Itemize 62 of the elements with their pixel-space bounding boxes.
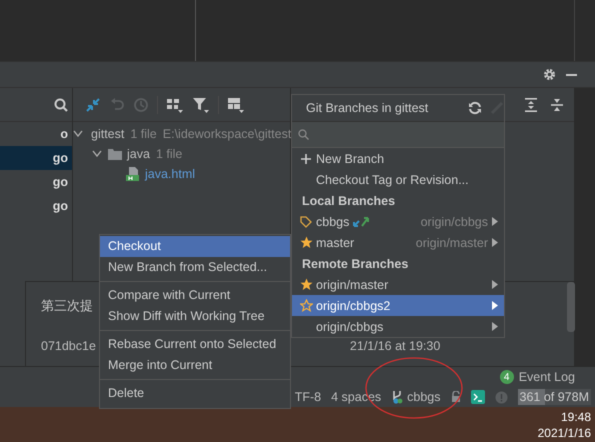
commit-row[interactable]: go [0,170,72,194]
menu-item[interactable]: Checkout [100,236,290,257]
collapse-all-icon[interactable] [550,98,564,112]
star-icon[interactable] [300,278,312,291]
refresh-icon[interactable] [468,101,482,115]
menu-item[interactable]: Show Diff with Working Tree [100,306,290,327]
terminal-icon[interactable] [470,390,484,404]
menu-item[interactable]: New Branch [292,148,504,169]
file-name[interactable]: java.html [145,167,196,181]
scrollbar-thumb[interactable] [567,282,575,332]
file-count: 1 file [130,127,157,141]
branch-item[interactable]: master origin/master [292,232,504,253]
menu-item[interactable]: Rebase Current onto Selected [100,334,290,355]
menu-item[interactable]: Compare with Current [100,285,290,306]
branch-item[interactable]: origin/cbbgs2 [292,295,504,316]
search-field[interactable] [292,122,504,148]
memory-indicator[interactable]: 361 of 978M [518,389,591,405]
commit-row[interactable]: o [0,122,72,146]
folder-icon [107,147,123,161]
menu-item[interactable]: Merge into Current [100,355,290,376]
folder-name[interactable]: java [127,147,150,161]
popup-title: Git Branches in gittest [306,101,430,115]
commit-row[interactable]: go [0,194,72,218]
commit-date: 21/1/16 at 19:30 [350,339,440,353]
clock-date: 2021/1/16 [538,425,591,441]
star-outline-icon[interactable] [300,299,312,312]
star-icon[interactable] [300,236,312,249]
collapse-arrows-icon[interactable] [85,96,101,112]
menu-item[interactable]: New Branch from Selected... [100,257,290,278]
branch-name: cbbgs [407,390,440,404]
branch-item[interactable]: origin/master [292,274,504,295]
section-header: Remote Branches [301,256,410,272]
menu-item[interactable]: Checkout Tag or Revision... [292,169,504,190]
group-by-icon[interactable] [166,96,184,112]
git-branch-widget[interactable]: cbbgs [391,390,440,404]
section-header: Local Branches [301,192,396,210]
search-icon [298,129,309,140]
tracking-branch: origin/master [416,236,488,250]
folder-path: E:\ideworkspace\gittest [162,127,292,141]
expand-all-icon[interactable] [524,98,538,112]
lock-icon[interactable] [450,391,460,403]
clock-time: 19:48 [560,409,591,425]
html-file-icon [125,166,141,182]
branch-icon [391,390,404,404]
menu-item[interactable]: Delete [100,383,290,404]
plus-icon [301,154,311,164]
branch-item[interactable]: origin/cbbgs [292,316,504,337]
file-count: 1 file [156,147,182,161]
commit-row[interactable]: go [0,146,72,170]
event-log-link[interactable]: Event Log [518,370,575,384]
chevron-down-icon[interactable] [92,150,102,158]
layout-icon[interactable] [227,96,245,112]
tracking-branch: origin/cbbgs [420,214,488,228]
event-count-badge: 4 [500,370,514,384]
folder-name[interactable]: gittest [91,127,124,141]
file-encoding[interactable]: TF-8 [294,390,322,404]
search-icon[interactable] [54,98,68,112]
commit-message: 第三次提 [41,297,93,315]
branch-item[interactable]: cbbgs origin/cbbgs [292,211,504,232]
chevron-down-icon[interactable] [73,130,83,138]
commit-hash: 071dbc1e [41,339,96,353]
filter-icon[interactable] [192,96,210,112]
